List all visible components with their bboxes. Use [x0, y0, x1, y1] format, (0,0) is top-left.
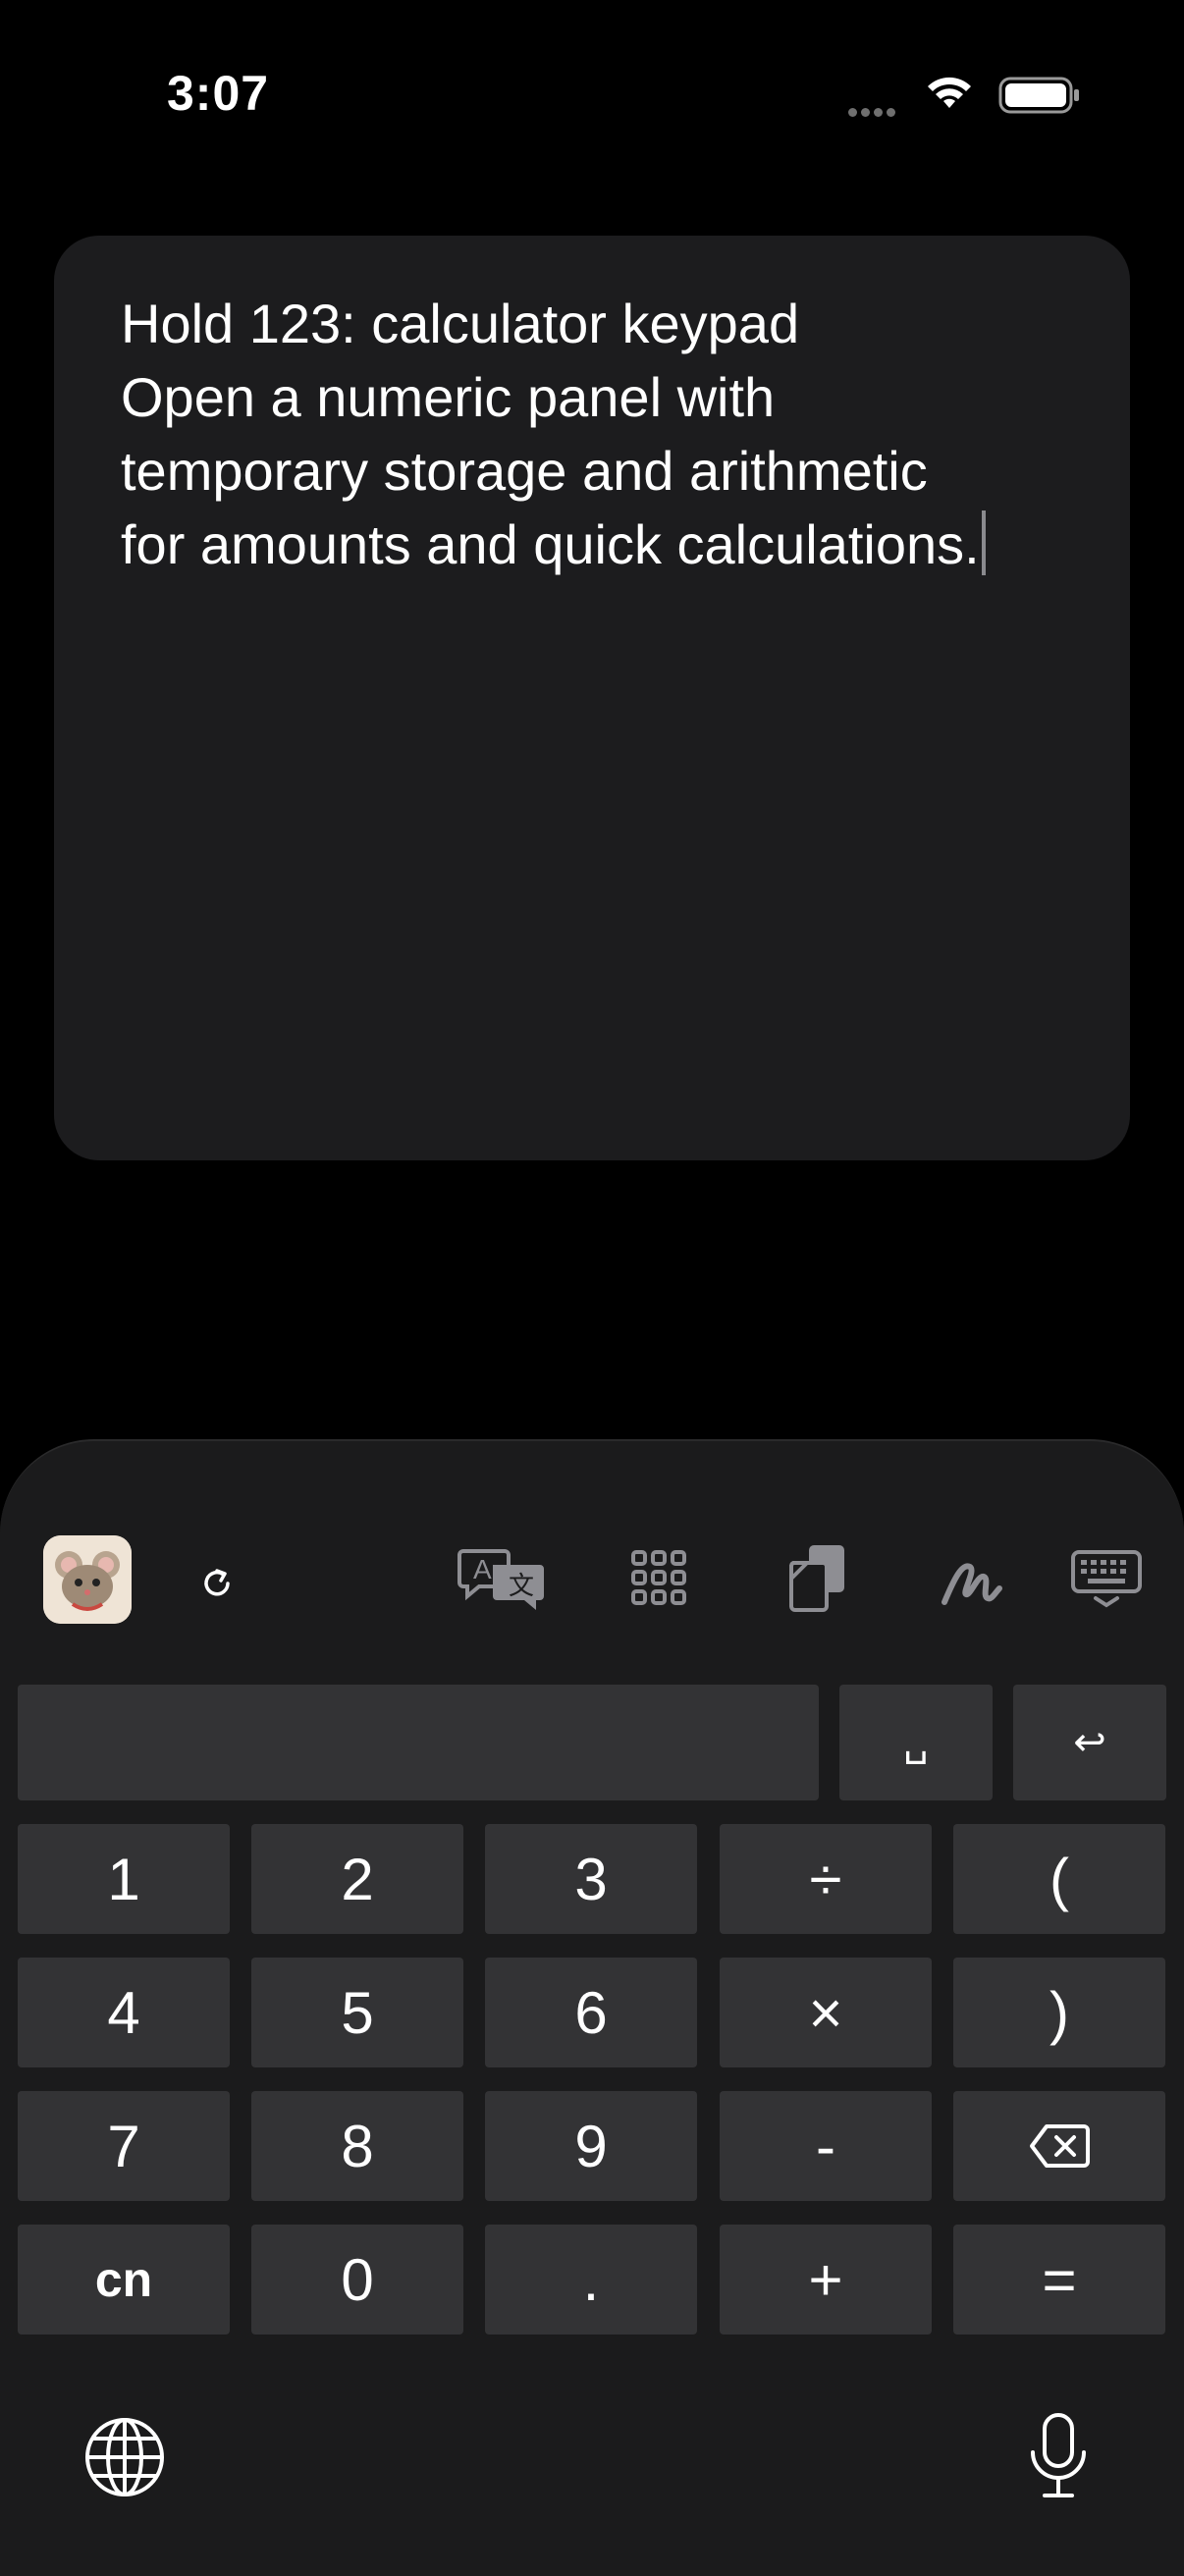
space-key[interactable]: ␣ — [839, 1685, 993, 1800]
editor-text[interactable]: Hold 123: calculator keypad Open a numer… — [121, 287, 1063, 581]
handwriting-icon[interactable] — [941, 1549, 1003, 1608]
refresk-icon[interactable] — [196, 1563, 238, 1604]
key-0[interactable]: 0 — [251, 2225, 463, 2334]
cellular-signal-icon — [848, 104, 899, 122]
editor-line: temporary storage and arithmetic — [121, 440, 928, 502]
wifi-icon — [928, 77, 971, 108]
key-right-paren[interactable]: ) — [953, 1958, 1165, 2067]
app-avatar-icon[interactable] — [43, 1535, 132, 1624]
editor-line: Hold 123: calculator keypad — [121, 293, 800, 354]
return-key[interactable]: ↩ — [1013, 1685, 1166, 1800]
space-key-label: ␣ — [903, 1721, 929, 1764]
microphone-icon[interactable] — [1025, 2411, 1092, 2501]
keyboard-hide-icon[interactable] — [1070, 1549, 1143, 1608]
key-1[interactable]: 1 — [18, 1824, 230, 1934]
backspace-key[interactable] — [953, 2091, 1165, 2201]
return-key-label: ↩ — [1073, 1721, 1106, 1764]
key-6[interactable]: 6 — [485, 1958, 697, 2067]
key-3[interactable]: 3 — [485, 1824, 697, 1934]
globe-icon[interactable] — [82, 2415, 167, 2499]
editor-line: Open a numeric panel with — [121, 366, 776, 428]
key-cn[interactable]: cn — [18, 2225, 230, 2334]
key-7[interactable]: 7 — [18, 2091, 230, 2201]
composer-input[interactable] — [18, 1685, 819, 1800]
clipboard-icon[interactable] — [787, 1543, 848, 1614]
backspace-icon — [1030, 2124, 1090, 2168]
keyboard-toolbar: A 文 — [0, 1441, 1184, 1687]
key-multiply[interactable]: × — [720, 1958, 932, 2067]
editor-line-text: for amounts and quick calculations. — [121, 513, 980, 575]
key-8[interactable]: 8 — [251, 2091, 463, 2201]
text-editor[interactable]: Hold 123: calculator keypad Open a numer… — [54, 236, 1130, 1160]
grid-icon[interactable] — [630, 1549, 687, 1606]
key-9[interactable]: 9 — [485, 2091, 697, 2201]
svg-text:A: A — [473, 1554, 492, 1584]
key-divide[interactable]: ÷ — [720, 1824, 932, 1934]
translate-icon[interactable]: A 文 — [457, 1545, 548, 1614]
keyboard: A 文 ␣ ↩ 1 2 3 ÷ (4 5 6 ×) 7 8 9 - cn 0… — [0, 1439, 1184, 2576]
status-time: 3:07 — [167, 66, 270, 121]
key-equals[interactable]: = — [953, 2225, 1165, 2334]
key-2[interactable]: 2 — [251, 1824, 463, 1934]
key-left-paren[interactable]: ( — [953, 1824, 1165, 1934]
svg-text:文: 文 — [509, 1572, 534, 1601]
key-minus[interactable]: - — [720, 2091, 932, 2201]
key-decimal[interactable]: . — [485, 2225, 697, 2334]
text-caret — [981, 510, 986, 575]
key-5[interactable]: 5 — [251, 1958, 463, 2067]
key-4[interactable]: 4 — [18, 1958, 230, 2067]
status-bar: 3:07 — [0, 0, 1184, 196]
battery-icon — [998, 77, 1079, 114]
editor-line-last: for amounts and quick calculations. — [121, 508, 1063, 581]
key-plus[interactable]: + — [720, 2225, 932, 2334]
